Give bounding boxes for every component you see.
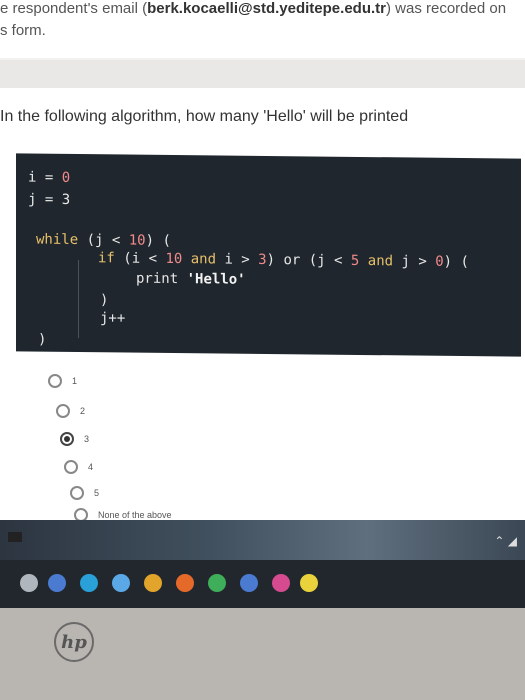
code-token: 0 — [435, 253, 444, 270]
code-line-1: i = 0 — [28, 169, 70, 185]
code-token: (j < — [78, 232, 129, 249]
code-token: ) ( — [443, 253, 469, 271]
radio-button[interactable] — [64, 460, 78, 474]
code-line-2: j = 3 — [28, 191, 70, 207]
option-label: None of the above — [98, 510, 172, 520]
page-icon — [8, 532, 22, 542]
code-token: ) ( — [145, 232, 171, 249]
app-icon[interactable] — [272, 574, 290, 592]
radio-button-selected[interactable] — [60, 432, 74, 446]
launcher-icon[interactable] — [20, 574, 38, 592]
code-token: and — [359, 252, 394, 270]
option-2[interactable]: 2 — [56, 404, 85, 418]
chrome-icon[interactable] — [80, 574, 98, 592]
code-token: while — [36, 231, 79, 249]
logo-text: hp — [61, 631, 87, 653]
code-token: ) or (j < — [266, 251, 351, 269]
indent-guide — [78, 260, 79, 339]
app-icon[interactable] — [300, 574, 318, 592]
app-icon[interactable] — [208, 574, 226, 592]
option-label: 5 — [94, 488, 100, 498]
code-token: = — [36, 191, 62, 208]
code-token: i > — [216, 251, 259, 268]
code-token: 10 — [165, 250, 183, 268]
radio-button[interactable] — [70, 486, 84, 500]
code-token: print — [136, 270, 179, 288]
option-4[interactable]: 4 — [64, 460, 93, 474]
option-label: 3 — [84, 434, 90, 444]
code-line-while: while (j < 10) ( — [36, 232, 171, 249]
option-3[interactable]: 3 — [60, 432, 89, 446]
notice-suffix: ) was recorded on — [385, 0, 507, 17]
code-token: 3 — [258, 251, 267, 268]
option-label: 4 — [88, 462, 94, 472]
option-1[interactable]: 1 — [48, 374, 77, 388]
code-line-close-while: ) — [38, 331, 47, 348]
respondent-email: berk.kocaelli@std.yeditepe.edu.tr — [147, 0, 386, 17]
code-line-close-if: ) — [100, 292, 109, 309]
hp-logo: hp — [54, 622, 94, 662]
radio-button[interactable] — [56, 404, 70, 418]
option-5[interactable]: 5 — [70, 486, 99, 500]
system-tray[interactable]: ⌃ ◢ — [494, 534, 517, 548]
wifi-icon[interactable]: ◢ — [508, 534, 517, 548]
radio-button[interactable] — [48, 374, 62, 388]
code-line-if: if (i < 10 and i > 3) or (j < 5 and j > … — [98, 250, 469, 270]
question-card: In the following algorithm, how many 'He… — [0, 88, 525, 528]
code-image: i = 0 j = 3 while (j < 10) ( if (i < 10 … — [16, 153, 521, 357]
code-token: 0 — [61, 169, 71, 186]
browser-screen: e respondent's email (berk.kocaelli@std.… — [0, 0, 525, 560]
notice-prefix: e respondent's email ( — [0, 0, 148, 17]
chevron-up-icon[interactable]: ⌃ — [494, 534, 504, 548]
option-label: 2 — [80, 406, 86, 416]
code-token: 3 — [61, 191, 71, 208]
app-icon[interactable] — [240, 574, 258, 592]
app-icon[interactable] — [112, 574, 130, 592]
shelf — [0, 560, 525, 608]
respondent-notice: e respondent's email (berk.kocaelli@std.… — [0, 0, 525, 58]
code-token: 10 — [128, 232, 146, 249]
code-token: = — [36, 169, 62, 186]
code-token: (i < — [114, 250, 166, 267]
code-line-print: print 'Hello' — [136, 271, 246, 288]
code-line-increment: j++ — [100, 310, 126, 327]
section-gap — [0, 60, 525, 88]
code-token: if — [98, 250, 115, 267]
notice-line2: s form. — [0, 22, 46, 39]
option-label: 1 — [72, 376, 78, 386]
code-token: and — [182, 251, 217, 268]
wallpaper-strip: ⌃ ◢ — [0, 520, 525, 560]
app-icon[interactable] — [176, 574, 194, 592]
code-token: 'Hello' — [178, 271, 246, 288]
app-icon[interactable] — [48, 574, 66, 592]
app-icon[interactable] — [144, 574, 162, 592]
question-title: In the following algorithm, how many 'He… — [0, 108, 409, 125]
code-token: j > — [393, 253, 436, 270]
